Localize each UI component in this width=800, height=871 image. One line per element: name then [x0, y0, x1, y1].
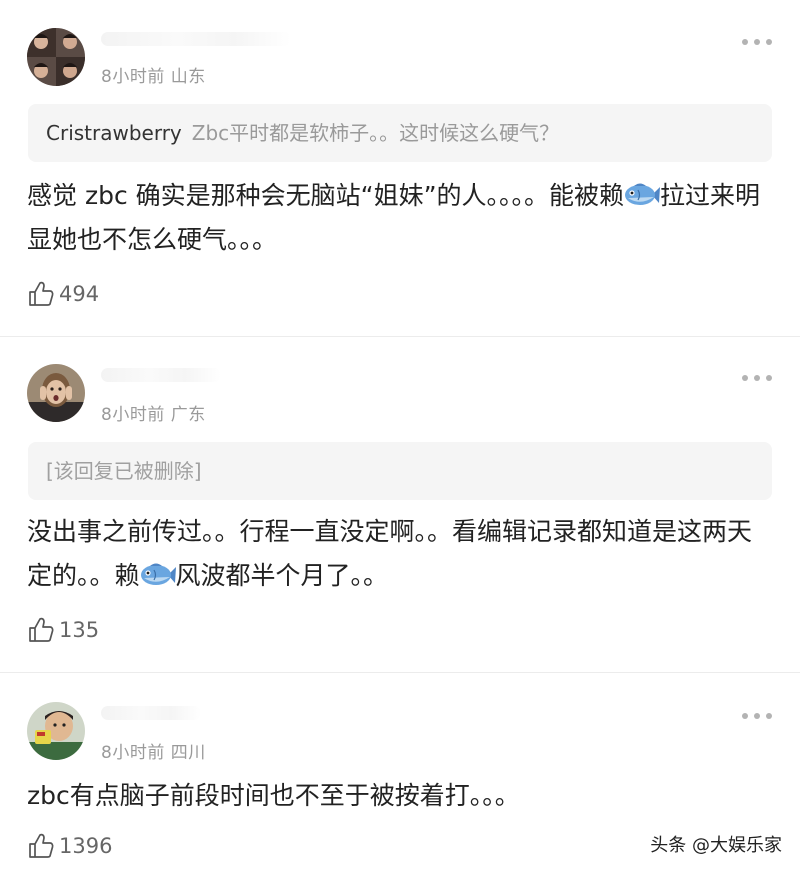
username-blurred[interactable]: [101, 706, 201, 720]
like-button[interactable]: 1396: [27, 832, 112, 860]
username-blurred[interactable]: [101, 32, 291, 46]
thumbs-up-icon: [29, 281, 54, 306]
comment-meta: 8小时前 山东: [101, 67, 206, 87]
quoted-reply: [该回复已被删除]: [28, 442, 772, 500]
deleted-reply-text: [该回复已被删除]: [46, 459, 202, 483]
quoted-text: Zbc平时都是软柿子。。这时候这么硬气？: [191, 121, 560, 145]
like-count: 135: [59, 618, 100, 642]
thumbs-up-icon: [29, 617, 54, 642]
more-options-icon[interactable]: [742, 712, 772, 720]
comment-text: 感觉 zbc 确实是那种会无脑站“姐妹”的人。。。。能被赖 拉过来明显她也不怎么…: [27, 174, 767, 262]
avatar[interactable]: [27, 28, 85, 86]
comment-text-part: 感觉 zbc 确实是那种会无脑站“姐妹”的人。。。。能被赖: [27, 181, 625, 210]
divider: [0, 336, 800, 337]
username-blurred[interactable]: [101, 368, 221, 382]
comment-meta: 8小时前 广东: [101, 405, 206, 425]
like-button[interactable]: 135: [27, 616, 99, 644]
comment-text: 没出事之前传过。。行程一直没定啊。。看编辑记录都知道是这两天定的。。赖 风波都半…: [27, 510, 767, 598]
like-button[interactable]: 494: [27, 280, 99, 308]
divider: [0, 672, 800, 673]
comment-text: zbc有点脑子前段时间也不至于被按着打。。。: [27, 781, 520, 810]
fish-icon: [625, 183, 661, 205]
comment-meta: 8小时前 四川: [101, 743, 206, 763]
avatar[interactable]: [27, 364, 85, 422]
comment-text-part: 没出事之前传过。。行程一直没定啊。。看编辑记录都知道是这两天定的。。赖: [27, 517, 753, 590]
thumbs-up-icon: [29, 833, 54, 858]
avatar[interactable]: [27, 702, 85, 760]
watermark: 头条 @大娱乐家: [650, 835, 782, 856]
more-options-icon[interactable]: [742, 38, 772, 46]
comment-item: 8小时前 广东 [该回复已被删除] 没出事之前传过。。行程一直没定啊。。看编辑记…: [0, 338, 800, 672]
comment-text-part: 风波都半个月了。。: [175, 561, 389, 590]
like-count: 494: [59, 282, 100, 306]
quoted-reply[interactable]: Cristrawberry Zbc平时都是软柿子。。这时候这么硬气？: [28, 104, 772, 162]
comment-item: 8小时前 山东 Cristrawberry Zbc平时都是软柿子。。这时候这么硬气…: [0, 0, 800, 336]
fish-icon: [140, 563, 176, 585]
like-count: 1396: [59, 834, 113, 858]
more-options-icon[interactable]: [742, 374, 772, 382]
quoted-username[interactable]: Cristrawberry: [46, 121, 182, 145]
